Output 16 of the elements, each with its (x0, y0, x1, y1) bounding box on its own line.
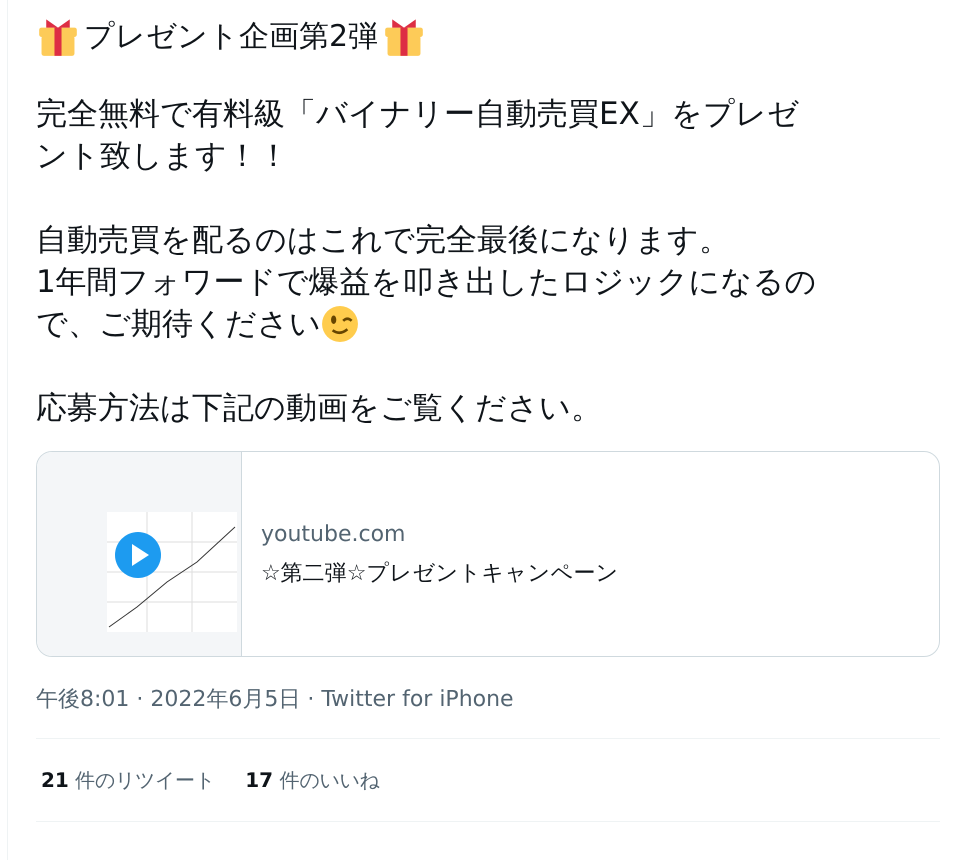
tweet-text: で、ご期待ください (36, 305, 321, 344)
tweet-title: プレゼント企画第2弾 (84, 18, 378, 56)
engagement-count[interactable]: 17 件のいいね (245, 765, 380, 795)
tweet-timestamp: 午後8:01 · 2022年6月5日 · Twitter for iPhone (36, 687, 514, 712)
tweet-text: ント致します！！ (36, 137, 289, 176)
play-icon (115, 532, 161, 578)
tweet-text: 完全無料で有料級「バイナリー自動売買EX」をプレゼ (36, 95, 799, 134)
link-card[interactable]: youtube.com ☆第二弾☆プレゼントキャンペーン (36, 451, 940, 657)
tweet-text: 応募方法は下記の動画をご覧ください。 (36, 389, 602, 428)
winking-face-icon (321, 305, 359, 343)
tweet-text: 1年間フォワードで爆益を叩き出したロジックになるの (36, 263, 817, 302)
engagement-count[interactable]: 21 件のリツイート (41, 765, 216, 795)
card-title: ☆第二弾☆プレゼントキャンペーン (261, 560, 618, 588)
tweet-text: 自動売買を配るのはこれで完全最後になります。 (36, 221, 730, 260)
gift-icon (36, 16, 80, 56)
card-domain: youtube.com (261, 521, 406, 549)
